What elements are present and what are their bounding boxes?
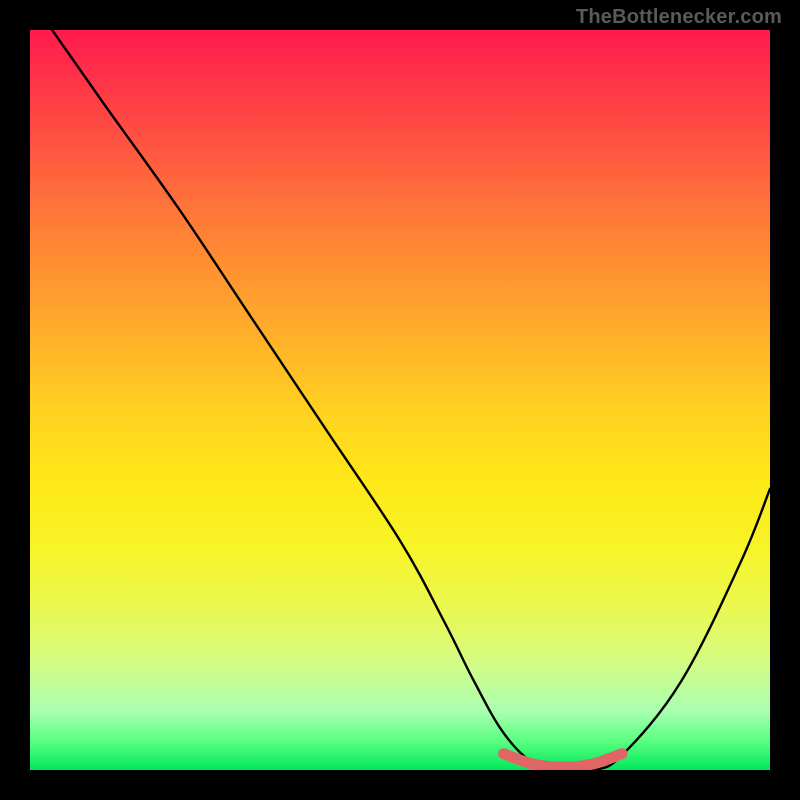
bottleneck-curve	[52, 30, 770, 770]
chart-svg	[30, 30, 770, 770]
credit-label: TheBottlenecker.com	[576, 6, 782, 29]
chart-container: TheBottlenecker.com	[0, 0, 800, 800]
plot-area	[30, 30, 770, 770]
highlight-segment	[504, 754, 622, 767]
